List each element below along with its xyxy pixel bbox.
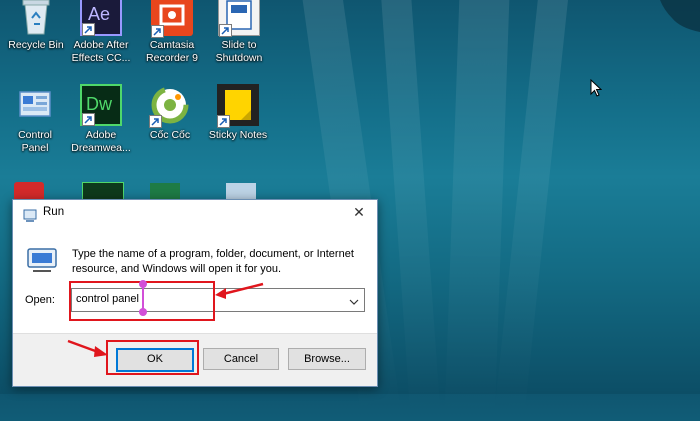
desktop-icon-label: Adobe Dreamwea...: [71, 129, 131, 154]
dialog-title: Run: [43, 206, 65, 218]
camtasia-icon: [151, 0, 193, 38]
cancel-button[interactable]: Cancel: [203, 348, 279, 370]
chevron-down-icon[interactable]: [348, 293, 360, 305]
shortcut-arrow-icon: [217, 115, 230, 128]
run-app-icon: [23, 207, 37, 226]
desktop-icon-label: Recycle Bin: [8, 39, 64, 51]
shortcut-arrow-icon: [151, 25, 164, 38]
open-label: Open:: [25, 294, 55, 306]
browse-button[interactable]: Browse...: [288, 348, 366, 370]
sticky-notes-icon: [217, 84, 259, 128]
desktop-icon-label: Cốc Cốc: [149, 129, 191, 141]
mouse-cursor: [590, 78, 603, 101]
desktop-icon-coc-coc[interactable]: Cốc Cốc: [134, 84, 206, 142]
desktop-icon-recycle-bin[interactable]: Recycle Bin: [0, 0, 72, 52]
desktop-icon-camtasia[interactable]: Camtasia Recorder 9: [136, 0, 208, 65]
desktop-icon-label: Control Panel: [18, 129, 52, 154]
arrow-to-ok-icon: [67, 339, 108, 357]
shortcut-arrow-icon: [82, 113, 95, 126]
arrow-to-input-icon: [215, 282, 264, 299]
dialog-description: Type the name of a program, folder, docu…: [72, 248, 354, 275]
recycle-bin-icon: [15, 0, 57, 36]
desktop-icon-dreamweaver[interactable]: Dw Adobe Dreamwea...: [65, 84, 137, 155]
close-icon[interactable]: ✕: [351, 205, 367, 221]
run-large-icon: [27, 246, 57, 278]
control-panel-icon: [14, 84, 56, 126]
desktop-icon-label: Camtasia Recorder 9: [146, 39, 198, 64]
highlight-box-ok: [106, 340, 199, 375]
desktop-icon-label: Sticky Notes: [208, 129, 268, 141]
text-cursor-marker: [138, 280, 148, 320]
wallpaper-shape: [650, 0, 700, 32]
slide-to-shutdown-icon: [218, 0, 260, 37]
after-effects-glyph: Ae: [88, 4, 111, 24]
desktop-icon-after-effects[interactable]: Ae Adobe After Effects CC...: [65, 0, 137, 65]
shortcut-arrow-icon: [149, 115, 162, 128]
shortcut-arrow-icon: [82, 23, 95, 36]
title-bar: Run ✕: [13, 200, 377, 228]
desktop-icon-control-panel[interactable]: Control Panel: [0, 84, 71, 155]
desktop-icon-sticky-notes[interactable]: Sticky Notes: [202, 84, 274, 142]
dreamweaver-glyph: Dw: [86, 94, 112, 114]
coc-coc-icon: [149, 84, 191, 128]
desktop-icon-slide-to-shutdown[interactable]: Slide to Shutdown: [203, 0, 275, 65]
desktop-icon-label: Adobe After Effects CC...: [71, 39, 131, 64]
desktop-icon-label: Slide to Shutdown: [215, 39, 263, 64]
shortcut-arrow-icon: [219, 24, 232, 37]
after-effects-icon: Ae: [80, 0, 122, 36]
dreamweaver-icon: Dw: [80, 84, 122, 126]
